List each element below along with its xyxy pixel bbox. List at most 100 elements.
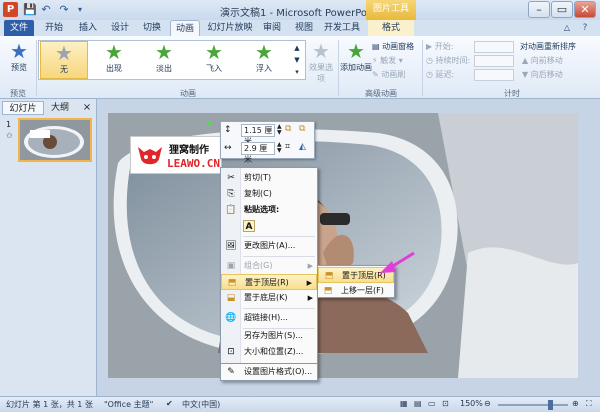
animation-painter-button[interactable]: ✎ 动画刷 [372, 69, 405, 81]
leawo-logo-image[interactable]: 狸窝制作 LEAWO.CN [130, 136, 222, 174]
tab-file[interactable]: 文件 [4, 20, 34, 36]
animation-pane-button[interactable]: ▤ 动画窗格 [372, 41, 414, 53]
zoom-out-icon[interactable]: ⊖ [484, 399, 491, 408]
change-picture-icon: 🖼 [225, 241, 237, 251]
effect-none[interactable]: ★ 无 [40, 41, 88, 79]
zoom-in-icon[interactable]: ⊕ [572, 399, 579, 408]
animation-pane-icon: ▤ [372, 42, 383, 51]
start-label: ▶ 开始: [426, 42, 454, 51]
menu-item-paste-options: 📋 粘贴选项: [225, 205, 280, 215]
tab-transitions[interactable]: 切换 [138, 20, 166, 36]
menu-item-save-as-picture[interactable]: 另存为图片(S)... [221, 328, 317, 344]
tab-animations[interactable]: 动画 [170, 20, 200, 36]
picture-tools-context-group: 图片工具 [366, 0, 416, 20]
menu-item-format-picture[interactable]: ✎ 设置图片格式(O)... [221, 364, 317, 380]
menu-item-change-picture[interactable]: 🖼 更改图片(A)... [221, 238, 317, 254]
fit-to-window-icon[interactable]: ⛶ [586, 399, 592, 409]
zoom-level[interactable]: 150% [460, 399, 483, 408]
submenu-item-bring-forward[interactable]: ⬒ 上移一层(F) [318, 283, 394, 299]
effect-options-button[interactable]: ★ 效果选项 [306, 40, 336, 84]
duration-input[interactable] [474, 55, 514, 67]
language-status[interactable]: 中文(中国) [182, 399, 220, 410]
help-icon[interactable]: ? [578, 20, 592, 36]
width-input[interactable]: 2.9 厘米 [241, 142, 275, 164]
theme-status[interactable]: "Office 主题" [104, 399, 153, 410]
add-animation-star-icon: ★ [347, 39, 365, 63]
menu-item-send-to-back[interactable]: ⬓ 置于底层(K) ▶ [221, 290, 317, 306]
tab-design[interactable]: 设计 [106, 20, 134, 36]
paste-text-only-icon[interactable]: A [243, 220, 255, 232]
effect-appear[interactable]: ★ 出现 [92, 41, 136, 74]
rotation-handle[interactable] [207, 121, 212, 126]
minimize-ribbon-icon[interactable]: △ [560, 20, 574, 36]
cut-icon: ✂ [227, 173, 235, 183]
start-select[interactable] [474, 41, 514, 53]
move-earlier-button[interactable]: ▲ 向前移动 [522, 55, 563, 67]
menu-item-size-and-position[interactable]: ⊡ 大小和位置(Z)... [221, 344, 317, 360]
menu-item-group[interactable]: ▣ 组合(G) ▶ [221, 258, 317, 274]
slide-sorter-icon[interactable]: ▤ [414, 399, 422, 408]
spelling-icon[interactable]: ✔ [166, 399, 173, 408]
star-green-icon: ★ [105, 40, 123, 64]
picture-styles-icon[interactable]: ◭ [299, 142, 306, 152]
group-icon: ▣ [226, 261, 236, 271]
tab-review[interactable]: 审阅 [258, 20, 286, 36]
close-panel-icon[interactable]: × [80, 101, 94, 115]
preview-star-icon: ★ [10, 39, 28, 63]
zoom-slider-thumb[interactable] [548, 400, 553, 410]
slide-thumbnail[interactable] [18, 118, 92, 162]
tab-format[interactable]: 格式 [368, 20, 414, 36]
add-animation-button[interactable]: ★ 添加动画 [340, 40, 372, 73]
delay-input[interactable] [474, 69, 514, 81]
duration-icon: ◷ [426, 56, 436, 65]
menu-item-copy[interactable]: ⎘ 复制(C) [221, 186, 317, 202]
save-as-picture-icon [225, 330, 237, 342]
effect-float-in[interactable]: ★ 浮入 [242, 41, 286, 74]
context-menu-tail: ✎ 设置图片格式(O)... [220, 364, 318, 381]
width-spinner[interactable]: ▲ ▼ [277, 142, 282, 154]
status-bar: 幻灯片 第 1 张，共 1 张 "Office 主题" ✔ 中文(中国) ▦ ▤… [0, 396, 600, 412]
effect-fade[interactable]: ★ 淡出 [142, 41, 186, 74]
format-picture-icon: ✎ [227, 367, 235, 377]
mini-toolbar: ↕ 1.15 厘米 ▲▼ ⧉ ⧉ ↔ 2.9 厘米 ▲▼ ⌗ ◭ [220, 121, 315, 164]
tab-developer[interactable]: 开发工具 [322, 20, 362, 36]
reading-view-icon[interactable]: ▭ [428, 399, 436, 408]
send-backward-icon[interactable]: ⧉ [299, 124, 305, 134]
bring-forward-icon: ⬒ [323, 286, 333, 296]
tab-insert[interactable]: 插入 [74, 20, 102, 36]
ribbon-divider [338, 40, 339, 96]
tab-slideshow[interactable]: 幻灯片放映 [204, 20, 256, 36]
trigger-button[interactable]: ⚡ 触发 ▾ [372, 55, 403, 67]
height-input[interactable]: 1.15 厘米 [241, 124, 275, 146]
effect-options-icon: ★ [312, 39, 330, 63]
bring-forward-icon[interactable]: ⧉ [285, 124, 291, 134]
menu-item-cut[interactable]: ✂ 剪切(T) [221, 170, 317, 186]
slideshow-view-icon[interactable]: ⊡ [442, 399, 449, 408]
preview-button[interactable]: ★ 预览 [4, 40, 34, 73]
crop-icon[interactable]: ⌗ [285, 142, 290, 152]
zoom-slider[interactable] [498, 404, 568, 406]
slide-transition-star-icon: ✩ [6, 131, 13, 140]
star-green-icon: ★ [155, 40, 173, 64]
paste-icon: 📋 [225, 205, 237, 215]
height-spinner[interactable]: ▲ ▼ [277, 124, 282, 136]
minimize-button[interactable]: – [528, 1, 550, 18]
copy-icon: ⎘ [227, 189, 235, 199]
move-later-button[interactable]: ▼ 向后移动 [522, 69, 563, 81]
tab-home[interactable]: 开始 [40, 20, 68, 36]
context-menu: ✂ 剪切(T) ⎘ 复制(C) 📋 粘贴选项: A 🖼 更改图片(A)... ▣ 组合(G… [220, 167, 318, 364]
menu-item-paste-keep-text[interactable]: A [221, 218, 317, 234]
close-button[interactable]: ✕ [574, 1, 596, 18]
menu-item-bring-to-front[interactable]: ⬒ 置于顶层(R) ▶ [221, 274, 317, 290]
normal-view-icon[interactable]: ▦ [400, 399, 408, 408]
bring-to-front-icon: ⬒ [324, 271, 334, 281]
tab-outline[interactable]: 大纲 [46, 101, 74, 115]
maximize-button[interactable]: ▭ [551, 1, 573, 18]
effect-fly-in[interactable]: ★ 飞入 [192, 41, 236, 74]
reorder-title: 对动画重新排序 [520, 42, 576, 51]
gallery-scroll[interactable]: ▲ ▼ ▾ [290, 42, 304, 78]
menu-item-hyperlink[interactable]: 🌐 超链接(H)... [221, 310, 317, 326]
tab-view[interactable]: 视图 [290, 20, 318, 36]
pointer-arrow-icon [380, 251, 415, 273]
tab-slides[interactable]: 幻灯片 [2, 101, 44, 115]
